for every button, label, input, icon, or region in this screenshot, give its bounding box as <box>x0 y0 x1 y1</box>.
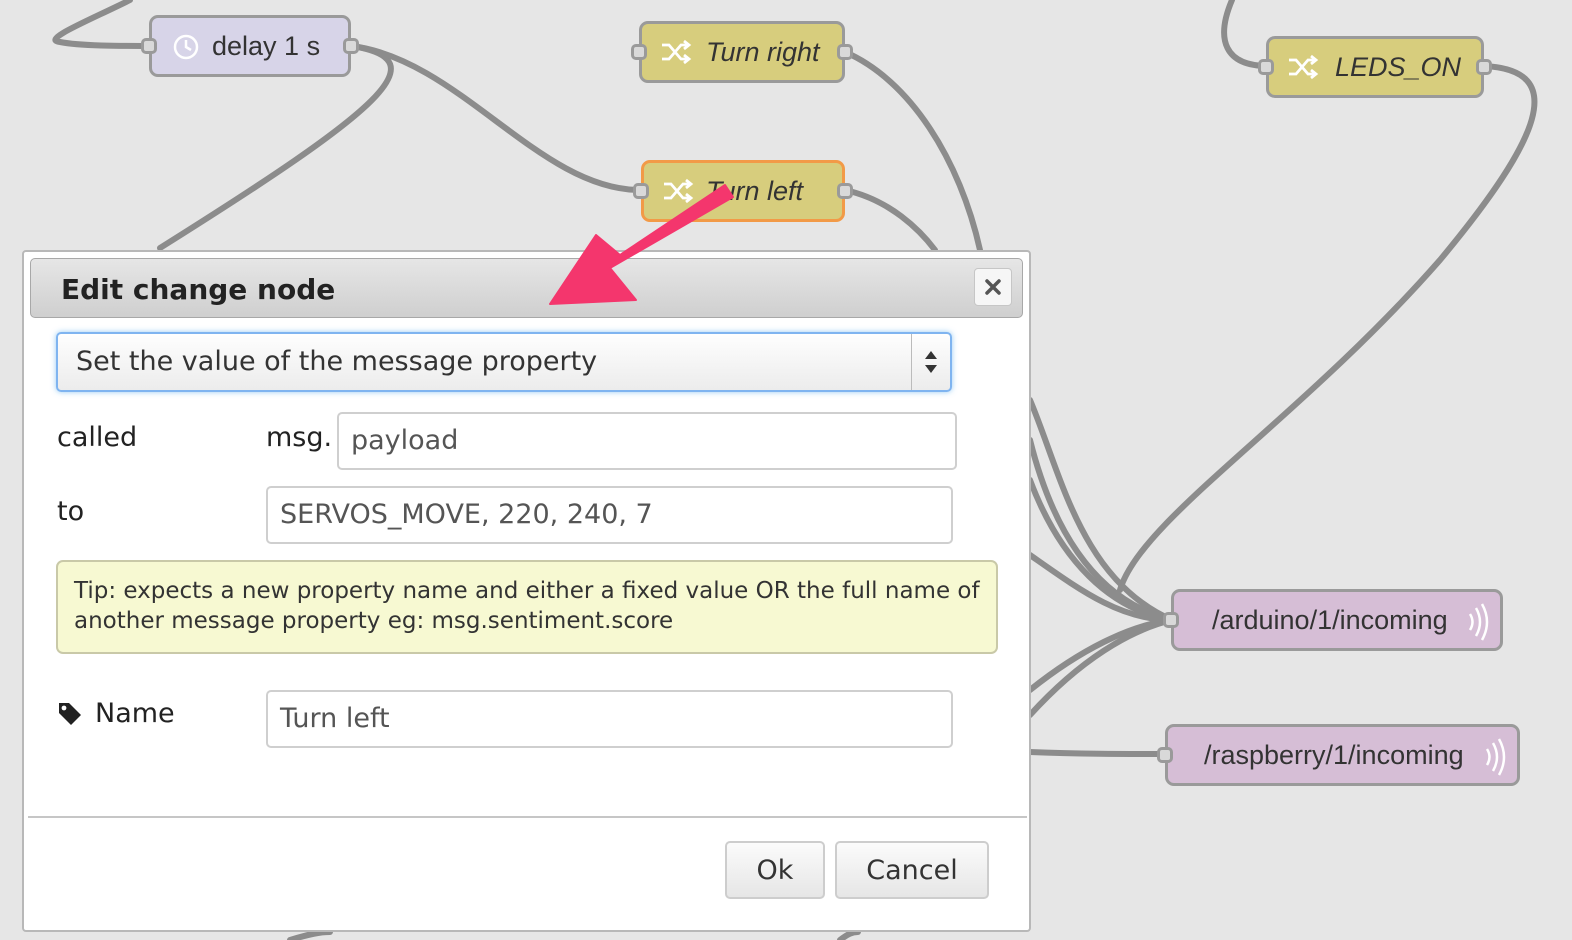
pointer-arrow-icon <box>549 184 734 305</box>
